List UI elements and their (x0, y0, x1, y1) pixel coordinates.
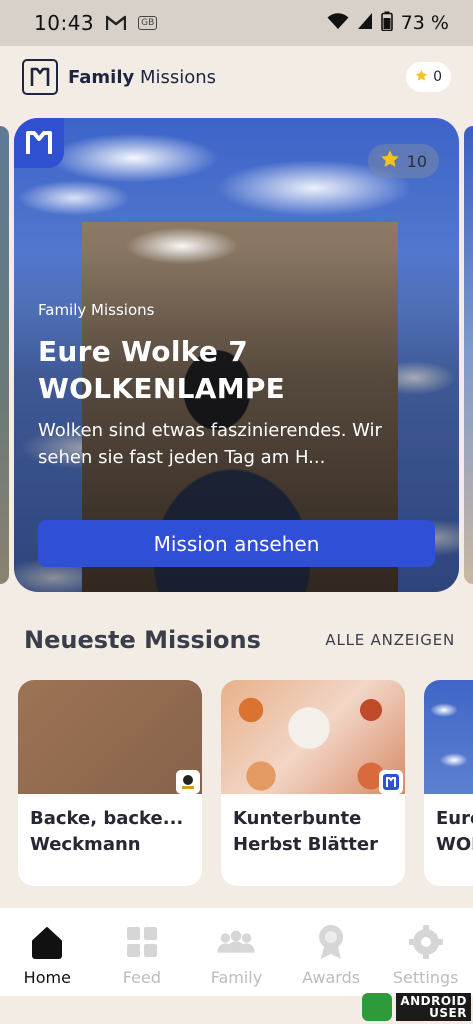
mission-image (424, 680, 473, 794)
family-icon (216, 922, 256, 962)
gear-icon (406, 922, 446, 962)
points-value: 0 (433, 69, 442, 85)
signal-icon (357, 12, 373, 35)
hero-title-line1: Eure Wolke 7 (38, 335, 249, 368)
hero-title: Eure Wolke 7 WOLKENLAMPE (38, 333, 438, 407)
mission-title: Kunterbunte Herbst Blätter (233, 808, 378, 855)
mission-card[interactable]: Backe, backe... Weckmann (18, 680, 202, 886)
notification-badge-icon: GB (138, 16, 158, 30)
mission-image (18, 680, 202, 794)
app-title-bold: Family (68, 66, 135, 88)
star-icon (380, 149, 400, 173)
points-chip[interactable]: 0 (406, 62, 451, 92)
nav-feed[interactable]: Feed (98, 922, 186, 987)
view-mission-button[interactable]: Mission ansehen (38, 520, 435, 567)
mission-card[interactable]: Eure Wolke 7 WOLKENLAMPE (424, 680, 473, 886)
featured-mission-card[interactable]: 10 Family Missions Eure Wolke 7 WOLKENLA… (14, 118, 459, 592)
status-time: 10:43 (34, 11, 95, 35)
hero-points-chip: 10 (367, 144, 439, 178)
battery-icon (380, 11, 393, 36)
latest-missions-list[interactable]: Backe, backe... Weckmann Kunterbunte Her… (0, 680, 473, 886)
next-card-peek[interactable] (464, 126, 473, 584)
mission-image (221, 680, 405, 794)
watermark-line2: USER (429, 1006, 467, 1020)
nav-family[interactable]: Family (192, 922, 280, 987)
brand-badge-icon (379, 770, 403, 794)
nav-awards-label: Awards (302, 968, 361, 987)
hero-kicker: Family Missions (38, 301, 155, 319)
nav-home-label: Home (23, 968, 71, 987)
wifi-icon (327, 12, 349, 35)
home-icon (27, 922, 67, 962)
hero-title-line2: WOLKENLAMPE (38, 372, 286, 405)
star-icon (415, 69, 428, 86)
mission-card[interactable]: Kunterbunte Herbst Blätter (221, 680, 405, 886)
featured-missions-carousel[interactable]: 10 Family Missions Eure Wolke 7 WOLKENLA… (0, 118, 473, 592)
battery-percent: 73 % (400, 12, 449, 34)
nav-feed-label: Feed (122, 968, 161, 987)
gmail-icon (106, 15, 127, 31)
nav-awards[interactable]: Awards (287, 922, 375, 987)
app-header: Family Missions 0 (0, 46, 473, 108)
status-bar: 10:43 GB 73 % (0, 0, 473, 46)
previous-card-peek[interactable] (0, 126, 9, 584)
hero-text-block: Family Missions Eure Wolke 7 WOLKENLAMPE… (38, 301, 438, 471)
mission-title: Eure Wolke 7 WOLKENLAMPE (436, 808, 473, 855)
latest-missions-header: Neueste Missions ALLE ANZEIGEN (24, 620, 455, 660)
nav-settings[interactable]: Settings (382, 922, 470, 987)
nav-family-label: Family (210, 968, 263, 987)
watermark: ANDROID USER (362, 990, 471, 1024)
feed-grid-icon (122, 922, 162, 962)
app-title: Family Missions (68, 67, 216, 88)
see-all-link[interactable]: ALLE ANZEIGEN (325, 631, 455, 649)
nav-home[interactable]: Home (3, 922, 91, 987)
watermark-text: ANDROID USER (396, 993, 471, 1021)
nav-settings-label: Settings (392, 968, 459, 987)
section-title: Neueste Missions (24, 626, 261, 654)
partner-logo-icon (176, 770, 200, 794)
android-logo-icon (362, 993, 393, 1021)
brand-badge-icon (14, 118, 64, 168)
app-logo-icon (22, 59, 58, 95)
hero-points-value: 10 (406, 151, 427, 171)
mission-title: Backe, backe... Weckmann (30, 808, 184, 855)
app-title-rest: Missions (139, 66, 217, 88)
notification-badge-text: GB (138, 16, 158, 30)
award-icon (311, 922, 351, 962)
bottom-navigation: Home Feed Family Awards Settings (0, 908, 473, 996)
hero-description: Wolken sind etwas faszinierendes. Wir se… (38, 420, 382, 468)
